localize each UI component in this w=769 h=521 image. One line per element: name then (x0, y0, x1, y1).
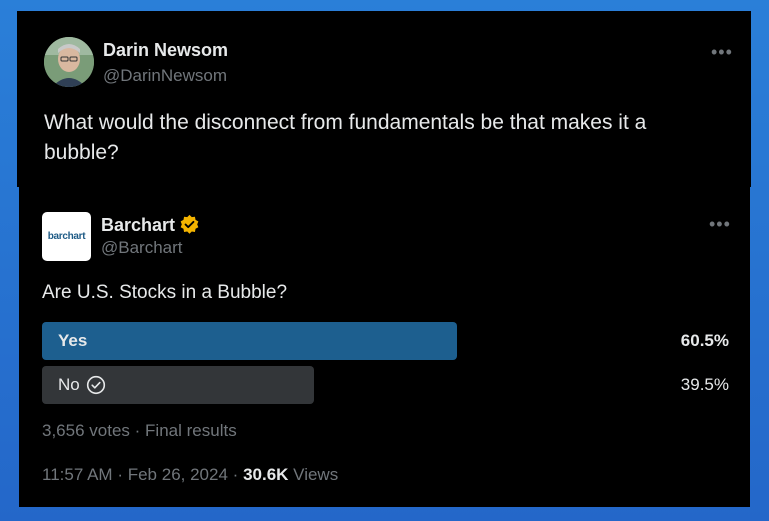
tweet-text: What would the disconnect from fundament… (44, 111, 647, 164)
poll-option-label: Yes (58, 331, 88, 350)
tweet-time[interactable]: 11:57 AM (42, 465, 113, 484)
poll-option-no-percent: 39.5% (680, 375, 729, 394)
barchart-logo[interactable]: barchart (42, 212, 91, 261)
poll-option-yes-percent: 60.5% (680, 331, 729, 350)
author-name[interactable]: Darin Newsom (103, 39, 228, 61)
quoted-tweet-card[interactable]: barchart Barchart @Barchart ••• Are U.S.… (19, 185, 750, 507)
tweet-meta: 11:57 AM · Feb 26, 2024 · 30.6K Views (42, 465, 338, 485)
check-circle-icon (86, 375, 106, 395)
quoted-author-name[interactable]: Barchart (101, 214, 175, 236)
more-horizontal-icon: ••• (709, 214, 731, 234)
verified-badge-icon (180, 214, 199, 234)
logo-text: barchart (47, 231, 86, 242)
poll-question: Are U.S. Stocks in a Bubble? (42, 282, 288, 303)
poll-option-label: No (58, 375, 80, 394)
separator: · (117, 465, 123, 484)
avatar[interactable] (44, 37, 94, 87)
tweet-date[interactable]: Feb 26, 2024 (128, 465, 228, 484)
author-handle[interactable]: @DarinNewsom (103, 65, 227, 87)
poll-summary: 3,656 votes · Final results (42, 421, 237, 441)
poll-option-yes[interactable]: Yes (42, 322, 457, 360)
separator: · (134, 421, 141, 440)
poll-status: Final results (145, 421, 237, 440)
views-label: Views (293, 465, 339, 484)
more-options-button[interactable]: ••• (711, 43, 733, 61)
views-count[interactable]: 30.6K (243, 465, 288, 484)
separator: · (232, 465, 239, 484)
tweet-card[interactable]: Darin Newsom @DarinNewsom ••• What would… (17, 11, 751, 187)
vote-count: 3,656 votes (42, 421, 130, 440)
more-horizontal-icon: ••• (711, 42, 733, 62)
quoted-author-handle[interactable]: @Barchart (101, 237, 183, 259)
quoted-more-options-button[interactable]: ••• (709, 215, 731, 233)
poll-option-no[interactable]: No (42, 366, 314, 404)
